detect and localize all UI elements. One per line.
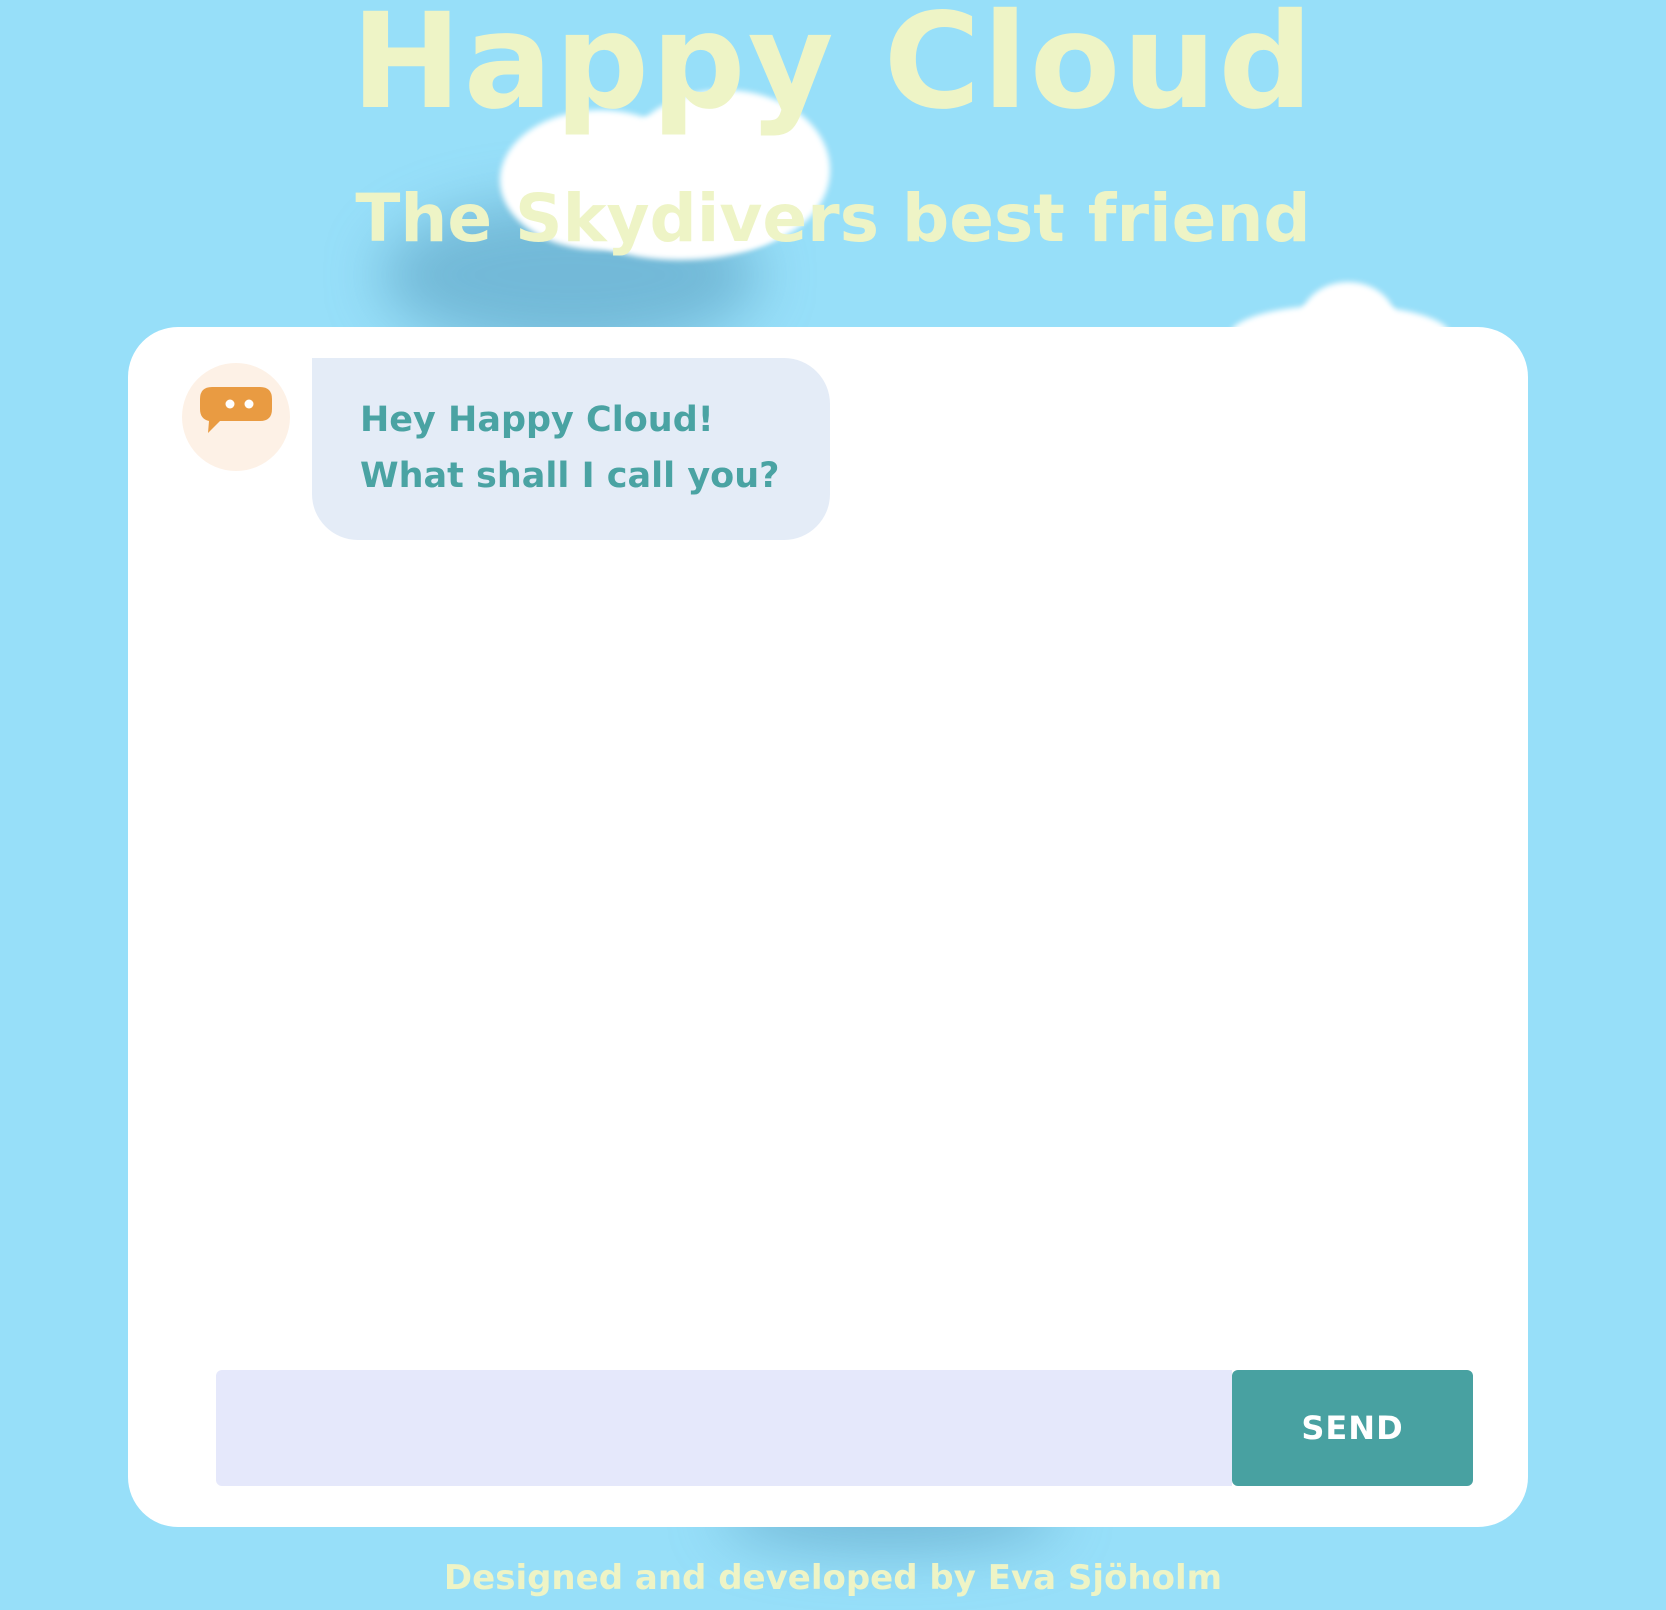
message-input[interactable] bbox=[216, 1370, 1232, 1486]
app-title: Happy Cloud bbox=[351, 0, 1315, 139]
chat-bubble-icon bbox=[200, 387, 272, 433]
message-form: SEND bbox=[216, 1370, 1473, 1486]
chat-panel: Hey Happy Cloud! What shall I call you? … bbox=[128, 327, 1528, 1527]
bot-message: Hey Happy Cloud! What shall I call you? bbox=[312, 358, 830, 540]
footer-credit: Designed and developed by Eva Sjöholm bbox=[443, 1558, 1223, 1598]
app-subtitle: The Skydivers best friend bbox=[355, 180, 1311, 257]
bot-avatar bbox=[182, 363, 290, 471]
send-button[interactable]: SEND bbox=[1232, 1370, 1473, 1486]
